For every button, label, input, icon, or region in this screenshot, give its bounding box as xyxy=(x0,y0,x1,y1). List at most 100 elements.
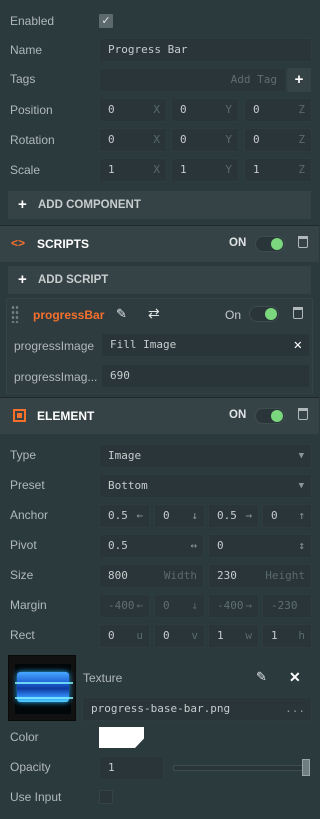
margin-value: -400 xyxy=(108,599,135,612)
anchor-top-field[interactable]: 0 ↑ xyxy=(262,504,312,528)
rotation-x-field[interactable]: 0X xyxy=(99,128,167,152)
color-swatch[interactable] xyxy=(99,727,144,748)
width-value: 800 xyxy=(108,569,128,582)
axis-y-label: Y xyxy=(225,133,232,146)
preset-value: Bottom xyxy=(108,479,148,492)
script-toggle[interactable] xyxy=(249,306,279,322)
attribute-entity-field[interactable]: Fill Image ✕ xyxy=(101,333,310,357)
rect-v-field[interactable]: 0v xyxy=(154,624,205,648)
position-y-value: 0 xyxy=(180,103,187,116)
position-z-field[interactable]: 0Z xyxy=(244,98,312,122)
width-field[interactable]: 800 Width xyxy=(99,564,204,588)
edit-icon[interactable]: ✎ xyxy=(256,669,267,685)
axis-z-label: Z xyxy=(298,133,305,146)
close-icon[interactable]: ✕ xyxy=(289,669,301,686)
axis-y-label: Y xyxy=(225,163,232,176)
axis-z-label: Z xyxy=(298,103,305,116)
trash-icon[interactable] xyxy=(298,236,308,248)
position-y-field[interactable]: 0Y xyxy=(171,98,239,122)
scripts-header[interactable]: <> SCRIPTS ON xyxy=(0,226,319,262)
pivot-y-field[interactable]: 0 ↕ xyxy=(208,534,312,558)
opacity-slider-track[interactable] xyxy=(173,765,310,771)
scale-y-field[interactable]: 1Y xyxy=(171,158,239,182)
arrow-down-icon: ↓ xyxy=(191,599,198,612)
add-component-label: ADD COMPONENT xyxy=(38,199,141,211)
preset-select[interactable]: Bottom ▼ xyxy=(99,474,312,498)
rect-value: 0 xyxy=(163,629,170,642)
toggle-knob xyxy=(271,410,283,422)
opacity-input[interactable]: 1 xyxy=(99,756,164,780)
element-toggle[interactable] xyxy=(255,408,285,424)
anchor-bottom-field[interactable]: 0 ↓ xyxy=(154,504,205,528)
rect-u-field[interactable]: 0u xyxy=(99,624,150,648)
scale-x-field[interactable]: 1X xyxy=(99,158,167,182)
anchor-right-field[interactable]: 0.5 → xyxy=(208,504,259,528)
anchor-value: 0.5 xyxy=(108,509,128,522)
add-tag-button[interactable]: + xyxy=(287,68,311,92)
enabled-checkbox[interactable]: ✓ xyxy=(99,14,113,28)
attribute-value: 690 xyxy=(110,369,130,382)
trash-icon[interactable] xyxy=(298,408,308,420)
scale-label: Scale xyxy=(10,163,41,177)
tags-placeholder: Add Tag xyxy=(230,73,277,86)
clear-icon[interactable]: ✕ xyxy=(294,334,302,356)
rect-value: 1 xyxy=(217,629,224,642)
add-component-button[interactable]: + ADD COMPONENT xyxy=(8,191,311,219)
rotation-y-value: 0 xyxy=(180,133,187,146)
arrow-left-icon: ← xyxy=(136,509,143,522)
trash-icon[interactable] xyxy=(293,307,303,319)
attribute-number-field[interactable]: 690 xyxy=(101,364,310,388)
scripts-toggle[interactable] xyxy=(255,236,285,252)
texture-thumbnail[interactable] xyxy=(8,655,76,721)
element-on-label: ON xyxy=(229,409,247,421)
anchor-value: 0.5 xyxy=(217,509,237,522)
width-suffix: Width xyxy=(163,569,197,582)
axis-x-label: X xyxy=(153,163,160,176)
color-label: Color xyxy=(10,730,39,744)
reload-icon[interactable]: ⇄ xyxy=(148,305,160,322)
type-select[interactable]: Image ▼ xyxy=(99,444,312,468)
more-icon[interactable]: ... xyxy=(285,698,305,720)
rotation-z-field[interactable]: 0Z xyxy=(244,128,312,152)
axis-y-label: Y xyxy=(225,103,232,116)
pivot-x-field[interactable]: 0.5 ↔ xyxy=(99,534,204,558)
pivot-x-value: 0.5 xyxy=(108,539,128,552)
rect-w-field[interactable]: 1w xyxy=(208,624,259,648)
texture-asset-field[interactable]: progress-base-bar.png... xyxy=(82,697,312,721)
anchor-left-field[interactable]: 0.5 ← xyxy=(99,504,150,528)
size-label: Size xyxy=(10,568,34,582)
margin-bottom-field: 0 ↓ xyxy=(154,594,205,618)
element-header[interactable]: ELEMENT ON xyxy=(0,398,319,434)
plus-icon: + xyxy=(294,71,304,88)
add-script-button[interactable]: + ADD SCRIPT xyxy=(8,266,311,294)
use-input-checkbox[interactable] xyxy=(99,790,113,804)
anchor-value: 0 xyxy=(271,509,278,522)
arrow-right-icon: → xyxy=(245,509,252,522)
plus-icon: + xyxy=(18,196,27,213)
texture-value: progress-base-bar.png xyxy=(91,702,231,715)
toggle-knob xyxy=(271,238,283,250)
name-input[interactable]: Progress Bar xyxy=(99,38,312,62)
opacity-slider-fill xyxy=(174,766,309,770)
enabled-label: Enabled xyxy=(10,14,55,28)
arrow-left-icon: ← xyxy=(136,599,143,612)
script-name[interactable]: progressBar xyxy=(33,308,104,322)
element-title: ELEMENT xyxy=(37,409,95,423)
height-field[interactable]: 230 Height xyxy=(208,564,312,588)
edit-icon[interactable]: ✎ xyxy=(116,306,127,322)
code-icon: <> xyxy=(11,236,26,250)
opacity-slider-handle[interactable] xyxy=(302,759,310,776)
scale-z-field[interactable]: 1Z xyxy=(244,158,312,182)
tags-input[interactable]: Add Tag xyxy=(99,68,286,92)
position-x-field[interactable]: 0X xyxy=(99,98,167,122)
rotation-y-field[interactable]: 0Y xyxy=(171,128,239,152)
name-label: Name xyxy=(10,43,43,57)
drag-handle-icon[interactable] xyxy=(11,305,19,323)
rect-h-field[interactable]: 1h xyxy=(262,624,312,648)
scale-z-value: 1 xyxy=(253,163,260,176)
arrow-right-icon: → xyxy=(245,599,252,612)
position-label: Position xyxy=(10,103,53,117)
rect-axis-u: u xyxy=(136,629,143,642)
pivot-label: Pivot xyxy=(10,538,37,552)
preset-label: Preset xyxy=(10,478,45,492)
